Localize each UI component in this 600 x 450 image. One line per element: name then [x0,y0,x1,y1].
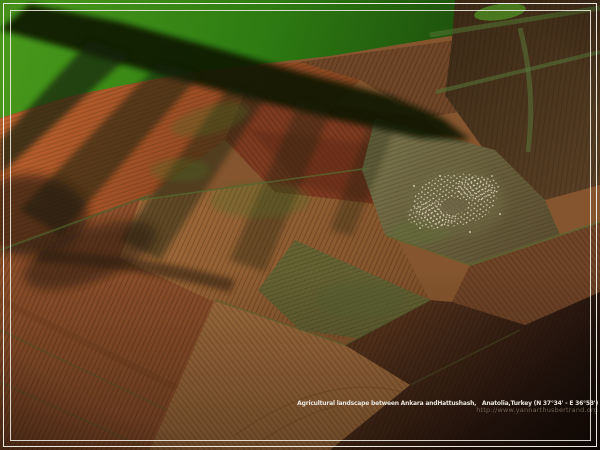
wallpaper-photo: Agricultural landscape between Ankara an… [0,0,600,450]
caption-url: http://www.yannarthusbertrand.org [297,407,598,414]
bottom-shading [0,270,600,450]
aerial-photo-anatolia [0,0,600,450]
photo-caption: Agricultural landscape between Ankara an… [297,400,598,414]
